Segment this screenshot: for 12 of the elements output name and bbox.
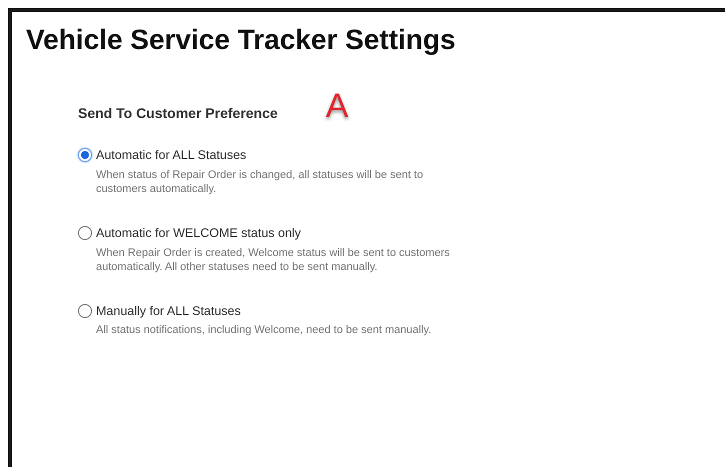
radio-button[interactable]: [78, 304, 92, 318]
option-description: All status notifications, including Welcome, need to be sent manually.: [96, 323, 432, 338]
option-label: Manually for ALL Statuses: [96, 302, 241, 320]
option-label: Automatic for ALL Statuses: [96, 147, 246, 164]
option-label: Automatic for WELCOME status only: [96, 224, 301, 242]
option-description: When status of Repair Order is changed, all statuses will be sent to customers automatically.: [96, 168, 424, 196]
option-description: When Repair Order is created, Welcome status will be sent to customers automatically. All other statuses need to be sent manually.: [96, 246, 451, 274]
page-title: Vehicle Service Tracker Settings: [26, 23, 457, 57]
section-heading: Send To Customer Preference: [78, 104, 278, 122]
radio-button[interactable]: [78, 226, 92, 240]
radio-button[interactable]: [78, 148, 92, 162]
annotation-marker: A: [326, 88, 348, 124]
